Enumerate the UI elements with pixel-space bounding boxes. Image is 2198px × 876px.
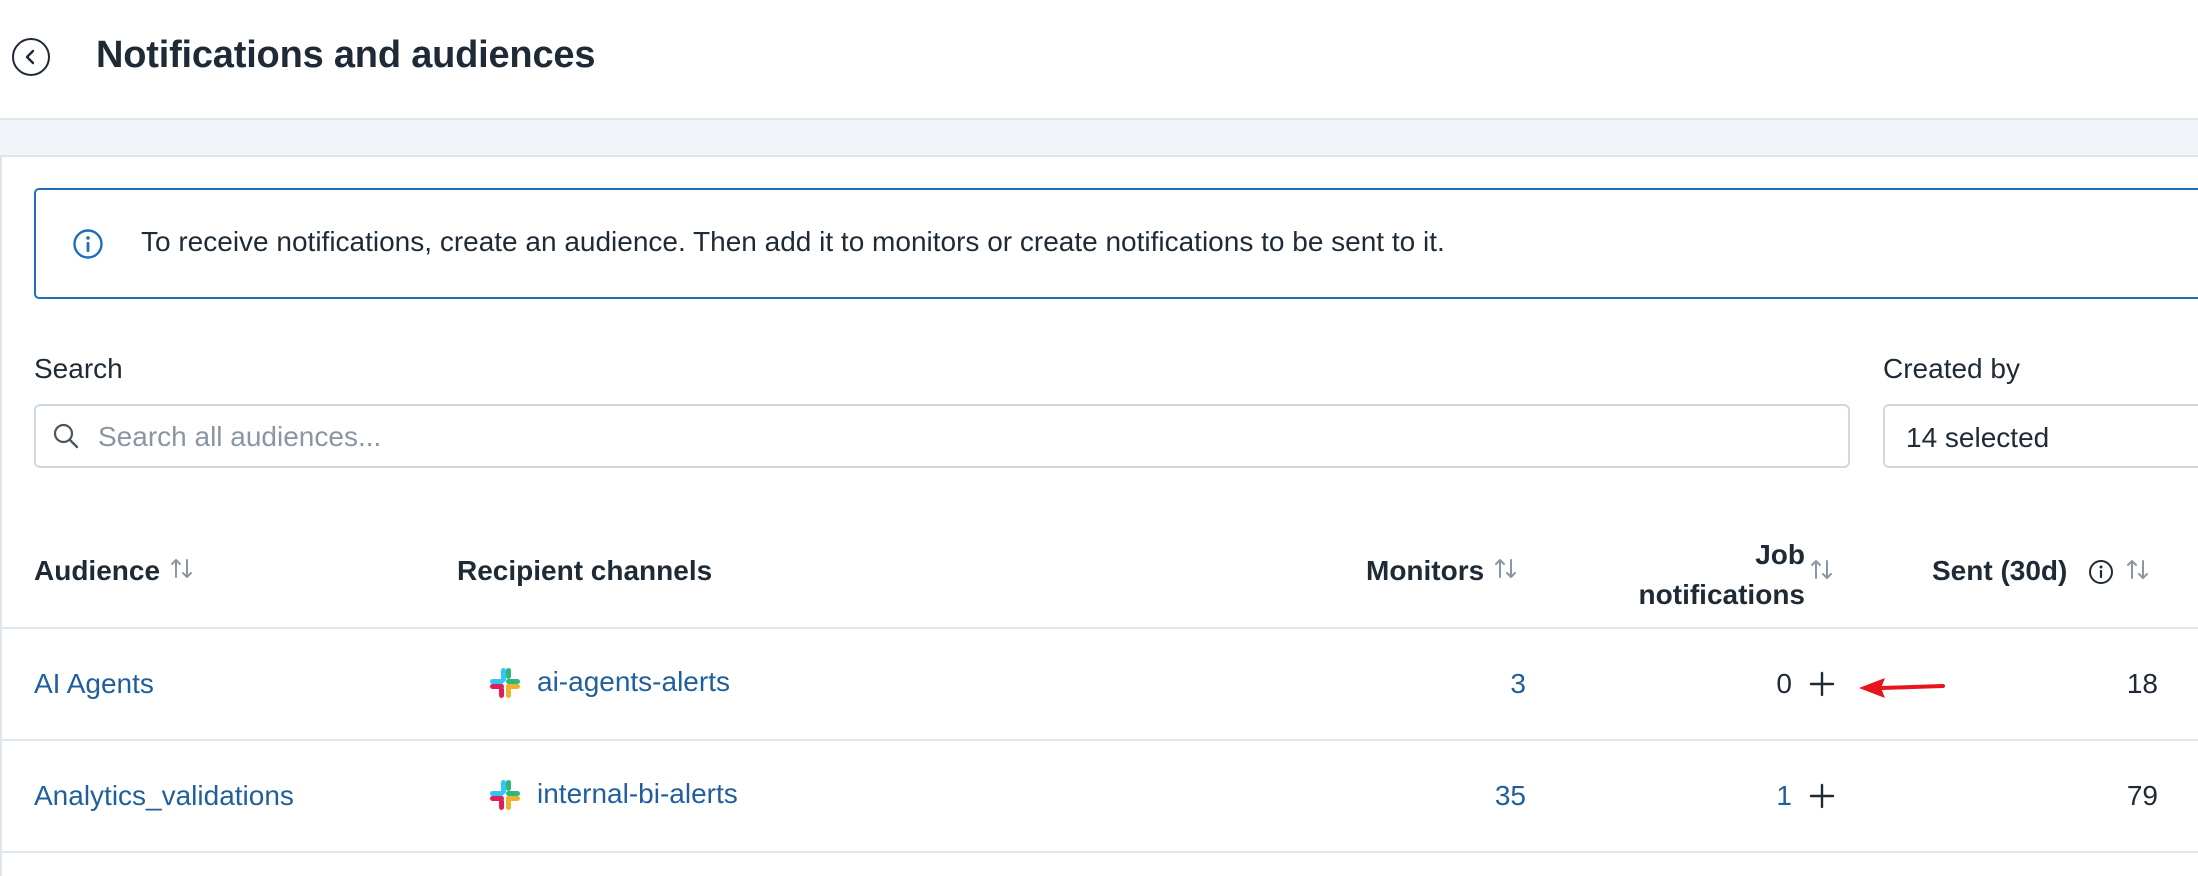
created-by-select[interactable]: 14 selected: [1883, 404, 2198, 468]
column-header-monitors[interactable]: Monitors: [1366, 555, 1520, 587]
column-label-recipient-channels: Recipient channels: [457, 555, 713, 586]
job-notifications-count-link[interactable]: 1: [1700, 780, 1792, 812]
column-label-job-line1: Job: [1755, 539, 1805, 570]
top-bar: Notifications and audiences: [0, 0, 2198, 120]
slack-icon: [490, 780, 520, 810]
audience-link[interactable]: AI Agents: [34, 668, 154, 700]
info-icon[interactable]: [2088, 559, 2114, 585]
red-arrow-annotation: [1859, 678, 1945, 698]
table-row-divider: [0, 851, 2198, 853]
created-by-value: 14 selected: [1906, 422, 2050, 453]
column-label-job-line2: notifications: [1638, 579, 1805, 610]
sent-30d-count: 18: [2126, 668, 2158, 699]
column-label-audience: Audience: [34, 555, 161, 586]
back-button[interactable]: [12, 38, 50, 76]
slack-icon: [490, 668, 520, 698]
channel-link[interactable]: internal-bi-alerts: [537, 778, 738, 810]
job-notifications-count: 0: [1776, 668, 1792, 699]
monitors-count-link[interactable]: 35: [1400, 780, 1526, 812]
sort-icon[interactable]: [168, 555, 196, 583]
info-icon: [73, 229, 103, 259]
column-header-recipient-channels: Recipient channels: [457, 555, 712, 587]
search-icon: [53, 423, 79, 449]
column-header-job-notifications[interactable]: Job notifications: [1630, 535, 1805, 615]
column-header-audience[interactable]: Audience: [34, 555, 196, 587]
search-input[interactable]: [96, 406, 1840, 468]
sort-icon[interactable]: [1492, 555, 1520, 583]
search-label: Search: [34, 353, 123, 384]
plus-icon[interactable]: [1808, 670, 1836, 698]
column-label-sent-30d: Sent (30d): [1932, 555, 2068, 586]
sort-icon[interactable]: [1808, 556, 1836, 584]
table-row-divider: [0, 739, 2198, 741]
monitors-count-link[interactable]: 3: [1400, 668, 1526, 700]
column-header-sent-30d[interactable]: Sent (30d): [1932, 555, 2067, 587]
sort-icon[interactable]: [2124, 556, 2152, 584]
chevron-left-icon: [25, 49, 35, 65]
sent-30d-count: 79: [2126, 780, 2158, 811]
column-label-monitors: Monitors: [1366, 555, 1485, 586]
page-title: Notifications and audiences: [96, 34, 596, 76]
info-banner-text: To receive notifications, create an audi…: [141, 226, 1445, 257]
audience-link[interactable]: Analytics_validations: [34, 780, 294, 812]
channel-link[interactable]: ai-agents-alerts: [537, 666, 730, 698]
search-field[interactable]: [34, 404, 1850, 468]
info-banner: To receive notifications, create an audi…: [34, 188, 2198, 299]
table-header-divider: [0, 627, 2198, 629]
created-by-label: Created by: [1883, 353, 2020, 384]
plus-icon[interactable]: [1808, 782, 1836, 810]
